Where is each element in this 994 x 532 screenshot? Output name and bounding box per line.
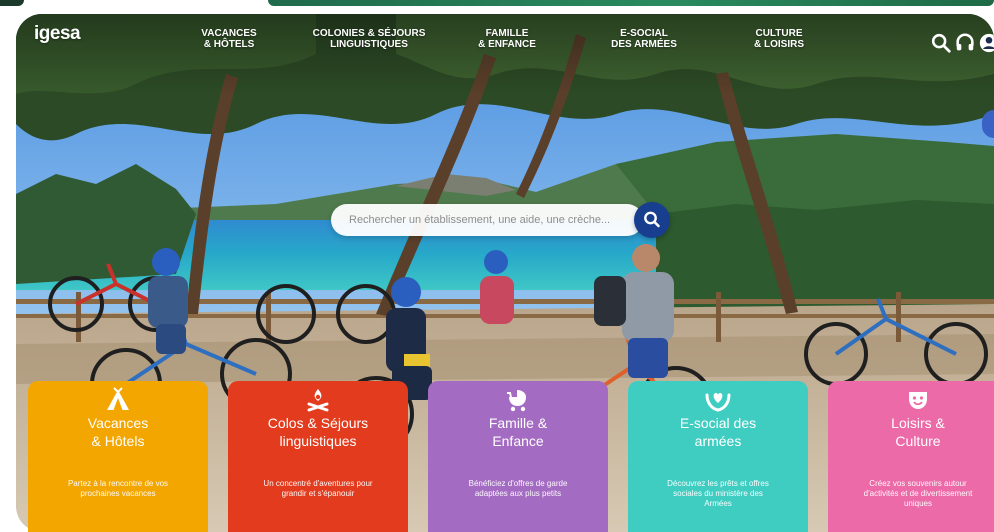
card-title: Vacances & Hôtels — [28, 414, 208, 450]
card-description-line: sociales du ministère des — [673, 489, 763, 498]
nav-e-social-armees-line1: E-SOCIAL — [620, 28, 668, 39]
card-loisirs-culture[interactable]: Loisirs & Culture Créez vos souvenirs au… — [828, 381, 994, 532]
nav-famille-enfance[interactable]: FAMILLE & ENFANCE — [474, 28, 540, 50]
nav-culture-loisirs-line1: CULTURE — [755, 28, 803, 39]
card-description-line: d'activités et de divertissement — [863, 489, 973, 498]
heart-hands-icon — [705, 393, 731, 412]
card-title-line2: linguistiques — [279, 433, 357, 449]
card-description-line: Bénéficiez d'offres de garde — [468, 479, 568, 488]
card-title-line2: & Hôtels — [91, 433, 145, 449]
site-header: igesa VACANCES & HÔTELS COLONIES & SÉJOU… — [16, 14, 994, 74]
tent-icon — [107, 387, 129, 410]
card-description-line: Un concentré d'aventures pour — [263, 479, 373, 488]
header-actions — [930, 32, 994, 56]
card-title: Loisirs & Culture — [828, 414, 994, 450]
card-description-line: Partez à la rencontre de vos — [67, 479, 169, 488]
search-bar — [331, 204, 643, 236]
card-title-line1: Colos & Séjours — [267, 415, 369, 431]
igesa-logo[interactable]: igesa — [34, 23, 81, 45]
card-description-line: adaptées aux plus petits — [474, 489, 562, 498]
card-title-line1: Loisirs & — [891, 415, 945, 431]
previous-section-green-bar — [268, 0, 994, 6]
campfire-icon — [307, 389, 329, 412]
search-input[interactable] — [349, 204, 609, 236]
card-description-line: uniques — [903, 499, 933, 508]
card-title: E-social des armées — [628, 414, 808, 450]
nav-culture-loisirs[interactable]: CULTURE & LOISIRS — [749, 28, 809, 50]
card-description: Un concentré d'aventures pour grandir et… — [242, 479, 394, 499]
nav-colonies-sejours[interactable]: COLONIES & SÉJOURS LINGUISTIQUES — [311, 28, 427, 50]
nav-vacances-hotels-line2: & HÔTELS — [203, 39, 255, 50]
card-description: Partez à la rencontre de vos prochaines … — [42, 479, 194, 499]
card-description: Créez vos souvenirs autour d'activités e… — [842, 479, 994, 509]
nav-e-social-armees[interactable]: E-SOCIAL DES ARMÉES — [606, 28, 682, 50]
card-title-line2: armées — [694, 433, 742, 449]
nav-e-social-armees-line2: DES ARMÉES — [611, 39, 677, 50]
headset-icon[interactable] — [954, 32, 976, 54]
card-description: Découvrez les prêts et offres sociales d… — [642, 479, 794, 509]
card-e-social-armees[interactable]: E-social des armées Découvrez les prêts … — [628, 381, 808, 532]
card-title: Colos & Séjours linguistiques — [228, 414, 408, 450]
card-description-line: grandir et s'épanouir — [281, 489, 355, 498]
user-icon[interactable] — [978, 32, 994, 54]
card-title-line2: Culture — [895, 433, 941, 449]
search-icon[interactable] — [930, 32, 952, 54]
card-vacances-hotels[interactable]: Vacances & Hôtels Partez à la rencontre … — [28, 381, 208, 532]
card-famille-enfance[interactable]: Famille & Enfance Bénéficiez d'offres de… — [428, 381, 608, 532]
card-description-line: Découvrez les prêts et offres — [667, 479, 769, 488]
theater-masks-icon — [909, 392, 927, 409]
card-description: Bénéficiez d'offres de garde adaptées au… — [442, 479, 594, 499]
card-title: Famille & Enfance — [428, 414, 608, 450]
card-title-line1: E-social des — [679, 415, 757, 431]
card-title-line2: Enfance — [492, 433, 544, 449]
nav-colonies-sejours-line2: LINGUISTIQUES — [330, 39, 408, 50]
nav-famille-enfance-line2: & ENFANCE — [478, 39, 536, 50]
card-title-line1: Famille & — [488, 415, 548, 431]
card-title-line1: Vacances — [87, 415, 149, 431]
previous-section-dark-edge — [0, 0, 24, 6]
card-colos-sejours[interactable]: Colos & Séjours linguistiques Un concent… — [228, 381, 408, 532]
nav-vacances-hotels[interactable]: VACANCES & HÔTELS — [201, 28, 257, 50]
card-description-line: Créez vos souvenirs autour — [869, 479, 967, 488]
nav-famille-enfance-line1: FAMILLE — [485, 28, 529, 39]
nav-culture-loisirs-line2: & LOISIRS — [753, 39, 804, 50]
card-description-line: prochaines vacances — [80, 489, 156, 498]
previous-section-edge — [0, 0, 994, 14]
search-button[interactable] — [634, 202, 670, 238]
nav-vacances-hotels-line1: VACANCES — [201, 28, 257, 39]
stroller-icon — [507, 390, 526, 412]
nav-colonies-sejours-line1: COLONIES & SÉJOURS — [312, 28, 426, 39]
card-description-line: Armées — [704, 499, 732, 508]
